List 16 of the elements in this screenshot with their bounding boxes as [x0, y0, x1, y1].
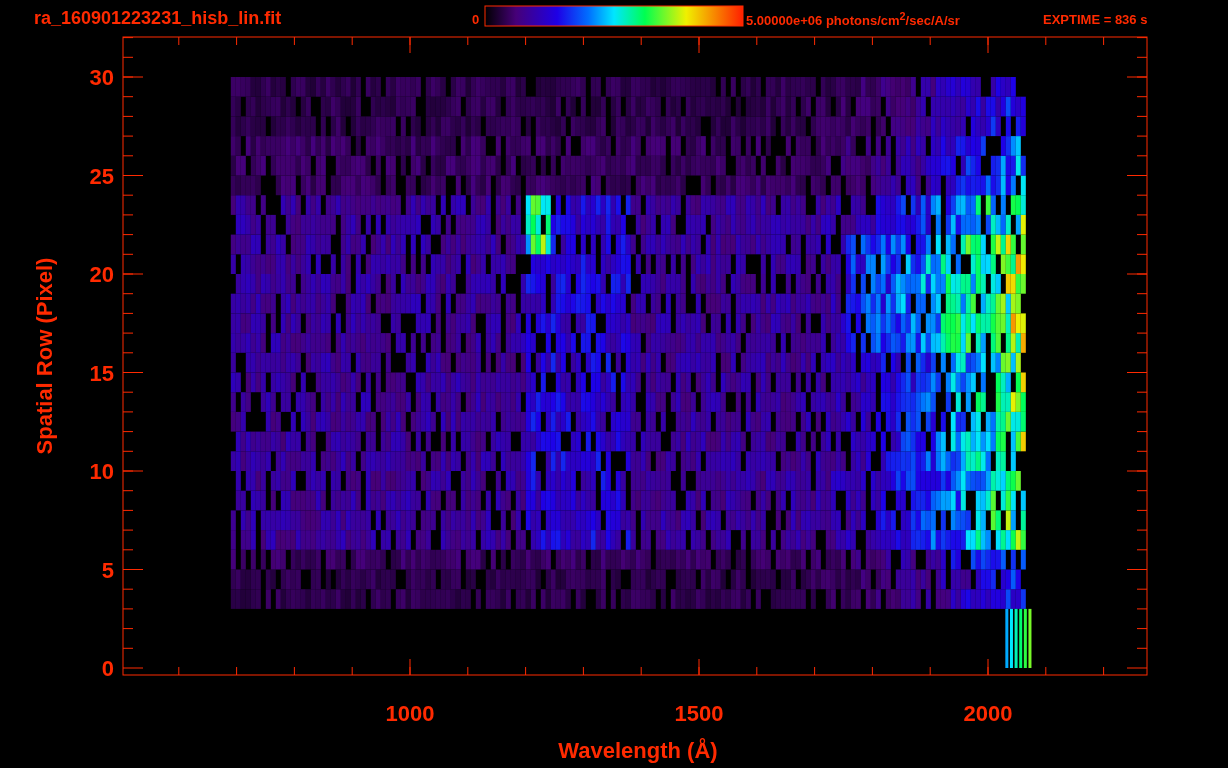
exposure-time: EXPTIME = 836 s — [1043, 12, 1148, 27]
y-tick-label: 0 — [101, 656, 114, 681]
colorbar-min-label: 0 — [472, 12, 480, 27]
file-name: ra_160901223231_hisb_lin.fit — [34, 8, 282, 28]
x-tick-label: 1500 — [674, 701, 724, 726]
colorbar-max-label: 5.00000e+06 photons/cm$^{2}$/sec/A/sr — [746, 10, 960, 29]
x-tick-label: 1000 — [385, 701, 435, 726]
x-tick-label: 2000 — [963, 701, 1013, 726]
y-tick-label: 30 — [89, 65, 114, 90]
y-tick-label: 15 — [89, 360, 114, 386]
y-tick-label: 25 — [89, 163, 114, 189]
y-tick-label: 20 — [89, 262, 114, 287]
y-axis-label: Spatial Row (Pixel) — [32, 257, 57, 455]
y-tick-label: 5 — [101, 557, 114, 583]
y-tick-label: 10 — [89, 459, 114, 484]
x-axis-label: Wavelength (Å) — [558, 738, 718, 763]
